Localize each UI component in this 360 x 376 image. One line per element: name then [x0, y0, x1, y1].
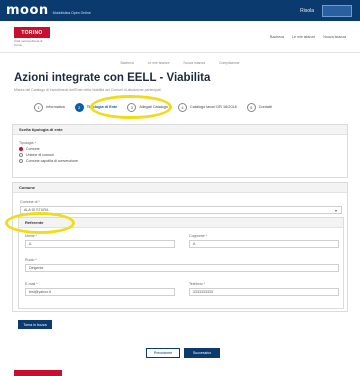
brand-logo[interactable]: TORINO Città metropolitana di Torino: [14, 27, 50, 47]
step-label: Informativa: [46, 105, 65, 109]
successivo-button[interactable]: Successivo: [184, 348, 220, 358]
precedente-button[interactable]: Precedente: [146, 348, 180, 358]
header-nav: Bacheca Le mie istanze Nuova istanza: [270, 35, 346, 39]
nav-bacheca[interactable]: Bacheca: [270, 35, 284, 39]
cognome-label: Cognome *: [189, 234, 207, 238]
radio-option-unione[interactable]: Unione di comuni: [19, 153, 341, 157]
panel-header: Comune: [13, 183, 347, 193]
page-title: Azioni integrate con EELL - Viabilita: [14, 72, 211, 84]
cognome-value: A: [193, 242, 196, 246]
radio-button[interactable]: [19, 147, 23, 151]
torna-in-bozza-button[interactable]: Torna in bozza: [18, 320, 52, 329]
step-label: Contatti: [258, 105, 272, 109]
button-label: Precedente: [153, 351, 173, 355]
email-value: test@yahoo.it: [29, 290, 52, 294]
telefono-field[interactable]: 3333333333: [189, 288, 339, 296]
step-number: 1: [34, 102, 43, 112]
logo-text: moon: [6, 3, 49, 18]
step-number: 5: [246, 102, 256, 112]
nome-value: A: [29, 242, 32, 246]
brand-name: TORINO: [21, 29, 43, 36]
nav-nuova-istanza[interactable]: Nuova istanza: [323, 35, 346, 39]
nome-label: Nome *: [25, 234, 37, 238]
chevron-down-icon: ▾: [334, 207, 337, 213]
radio-label: Unione di comuni: [26, 153, 54, 157]
brand-subtitle: Città metropolitana di Torino: [14, 39, 43, 47]
brand-banner: TORINO: [14, 27, 50, 38]
top-bar: moon Modulistica Open Online Risola: [0, 0, 360, 21]
telefono-label: Telefono *: [189, 282, 205, 286]
button-label: Successivo: [192, 351, 212, 355]
ruolo-field[interactable]: Dirigente: [25, 264, 339, 272]
radio-button[interactable]: [19, 159, 23, 163]
danger-button[interactable]: [14, 370, 62, 376]
logo-subtitle: Modulistica Open Online: [52, 11, 91, 15]
step-catalogo-lavori[interactable]: 4 Catalogo lavori DR 16/2018: [178, 102, 237, 112]
page-subtitle: Misura del Catalogo di investimenti dell…: [14, 88, 161, 92]
breadcrumb: Bacheca Le mie istanze Nuova istanza Com…: [0, 61, 360, 65]
ruolo-value: Dirigente: [29, 266, 44, 270]
breadcrumb-item[interactable]: Le mie istanze: [148, 61, 170, 65]
site-header: TORINO Città metropolitana di Torino Bac…: [0, 21, 360, 53]
cognome-field[interactable]: A: [189, 240, 339, 248]
highlight-active-step: [90, 95, 172, 119]
panel-header: Scelta tipologia di ente: [13, 125, 347, 135]
radio-option-capofila[interactable]: Comune capofila di convenzione: [19, 159, 341, 163]
user-name[interactable]: Risola: [300, 8, 314, 14]
email-label: E-mail *: [25, 282, 38, 286]
radio-button[interactable]: [19, 153, 23, 157]
panel-tipologia-ente: Scelta tipologia di ente Tipologia * Com…: [12, 124, 348, 178]
telefono-value: 3333333333: [193, 290, 213, 294]
form-stepper: 1 Informativa 2 Tipologia di Ente 3 Alle…: [34, 100, 330, 114]
step-informativa[interactable]: 1 Informativa: [34, 102, 65, 112]
breadcrumb-item[interactable]: Bacheca: [120, 61, 133, 65]
account-button[interactable]: [322, 5, 352, 17]
comune-label: Comune di *: [20, 200, 40, 204]
panel-title: Scelta tipologia di ente: [19, 127, 63, 132]
step-label: Catalogo lavori DR 16/2018: [190, 105, 237, 109]
ruolo-label: Ruolo *: [25, 258, 37, 262]
email-field[interactable]: test@yahoo.it: [25, 288, 175, 296]
breadcrumb-item[interactable]: Nuova istanza: [184, 61, 206, 65]
step-contatti[interactable]: 5 Contatti: [246, 102, 272, 112]
step-number: 4: [178, 102, 188, 112]
button-label: Torna in bozza: [23, 322, 47, 327]
radio-option-comune[interactable]: Comune: [19, 147, 341, 151]
nav-le-mie-istanze[interactable]: Le mie istanze: [292, 35, 315, 39]
panel-comune: Comune Comune di * ALA DI STURA ▾ Refere…: [12, 182, 348, 312]
radio-label: Comune: [26, 147, 40, 151]
app-logo[interactable]: moon Modulistica Open Online: [6, 3, 91, 18]
tipologia-label: Tipologia *: [19, 141, 36, 145]
referente-subpanel: Referente Nome * A Cognome * A Ruolo * D…: [18, 217, 344, 309]
radio-label: Comune capofila di convenzione: [26, 159, 78, 163]
comune-select[interactable]: ALA DI STURA ▾: [20, 206, 342, 214]
breadcrumb-item: Compilazione: [219, 61, 240, 65]
panel-title: Comune: [19, 185, 35, 190]
highlight-referente: [5, 212, 75, 234]
step-number: 2: [74, 102, 84, 112]
nome-field[interactable]: A: [25, 240, 175, 248]
